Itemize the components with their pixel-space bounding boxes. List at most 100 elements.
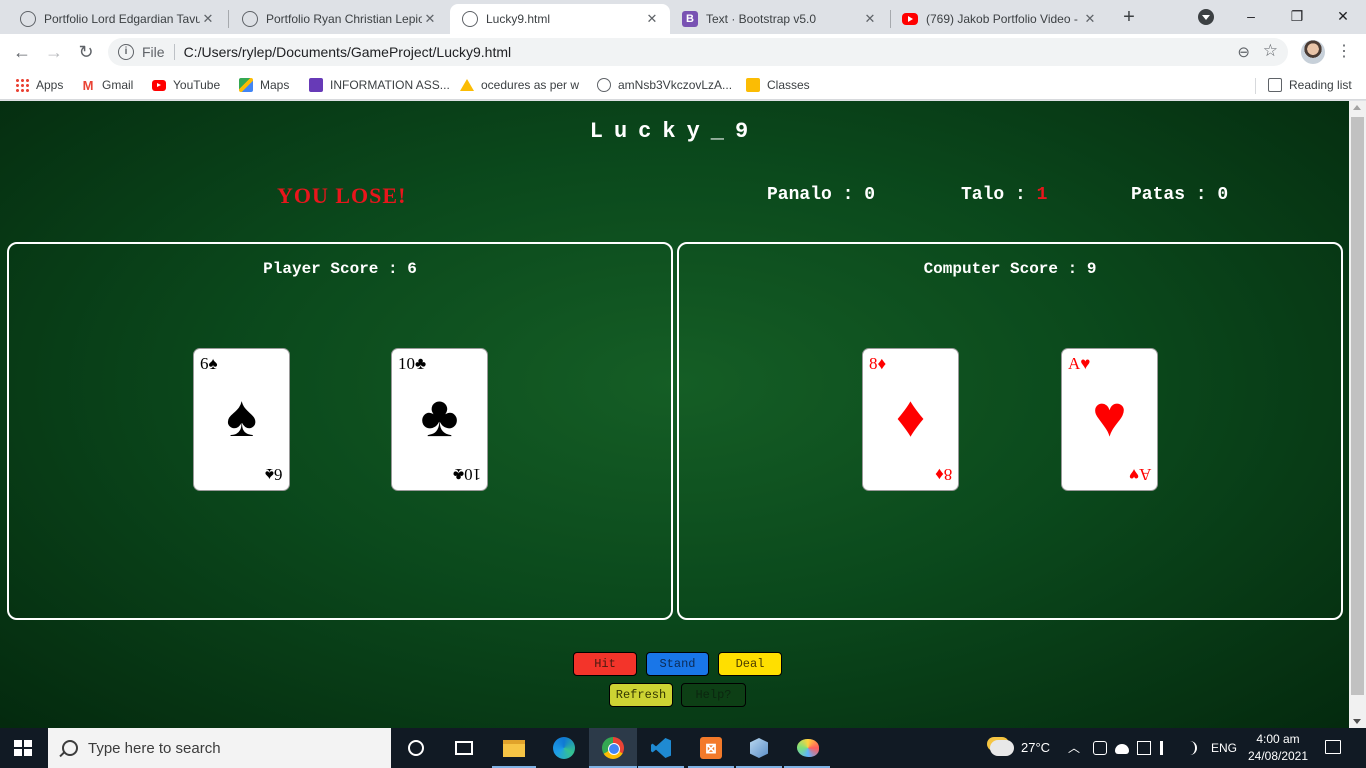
bookmark-label: YouTube	[173, 78, 221, 92]
network-icon[interactable]	[1160, 741, 1174, 755]
taskbar-chrome[interactable]	[599, 734, 627, 762]
computer-card-2: A♥ ♥ A♥	[1061, 348, 1158, 491]
clock-date: 24/08/2021	[1247, 749, 1309, 763]
tab-lucky9[interactable]: Lucky9.html ✕	[450, 4, 670, 34]
bookmark-label: INFORMATION ASS...	[330, 78, 450, 92]
tab-youtube-video[interactable]: (769) Jakob Portfolio Video - ✕	[890, 4, 1108, 34]
card-corner-top: A♥	[1068, 354, 1091, 373]
virtualbox-icon	[750, 738, 768, 758]
refresh-button[interactable]: Refresh	[609, 683, 673, 707]
onedrive-icon[interactable]	[1115, 744, 1129, 754]
task-view-icon	[455, 741, 473, 755]
close-icon[interactable]: ✕	[422, 11, 438, 27]
windows-taskbar: Type here to search ⊠ 27°C ︿ ENG 4:00 am…	[0, 728, 1366, 768]
globe-icon	[242, 11, 258, 27]
display-icon[interactable]	[1137, 741, 1151, 755]
close-icon[interactable]: ✕	[1082, 11, 1098, 27]
tab-portfolio-lord[interactable]: Portfolio Lord Edgardian Tavu ✕	[8, 4, 226, 34]
tab-portfolio-ryan[interactable]: Portfolio Ryan Christian Lepio ✕	[230, 4, 448, 34]
taskbar-file-explorer[interactable]	[500, 734, 528, 762]
bookmark-information[interactable]: INFORMATION ASS...	[309, 76, 450, 94]
taskbar-cortana[interactable]	[402, 734, 430, 762]
close-icon[interactable]: ✕	[200, 11, 216, 27]
new-tab-button[interactable]: +	[1118, 6, 1140, 28]
help-button[interactable]: Help?	[681, 683, 746, 707]
weather-temperature[interactable]: 27°C	[1021, 728, 1050, 768]
reading-list-icon	[1268, 78, 1282, 92]
bookmark-classes[interactable]: Classes	[746, 76, 810, 94]
page-scrollbar[interactable]	[1349, 101, 1366, 728]
tab-bootstrap[interactable]: B Text · Bootstrap v5.0 ✕	[670, 4, 888, 34]
player-score: Player Score : 6	[9, 260, 671, 278]
scroll-thumb[interactable]	[1351, 117, 1364, 695]
hit-button[interactable]: Hit	[573, 652, 637, 676]
tab-search-icon[interactable]	[1198, 9, 1214, 25]
score-value: 6	[407, 260, 417, 278]
bootstrap-icon: B	[682, 11, 698, 27]
deal-button[interactable]: Deal	[718, 652, 782, 676]
address-bar[interactable]: i File C:/Users/rylep/Documents/GameProj…	[108, 38, 1288, 66]
reload-button[interactable]: ↻	[74, 40, 98, 64]
maximize-button[interactable]: ❐	[1274, 0, 1320, 34]
info-icon[interactable]: i	[118, 44, 134, 60]
taskbar-paint[interactable]	[794, 734, 822, 762]
taskbar-virtualbox[interactable]	[745, 734, 773, 762]
bookmark-label: amNsb3VkczovLzA...	[618, 78, 733, 92]
scroll-up-arrow-icon[interactable]	[1353, 105, 1361, 110]
forward-button[interactable]: →	[42, 40, 66, 64]
bookmark-label: Gmail	[102, 78, 134, 92]
stat-talo: Talo : 1	[961, 185, 1047, 205]
game-page: Lucky_9 YOU LOSE! Panalo : 0 Talo : 1 Pa…	[0, 101, 1349, 728]
forms-icon	[309, 78, 323, 92]
scroll-down-arrow-icon[interactable]	[1353, 719, 1361, 724]
close-icon[interactable]: ✕	[644, 11, 660, 27]
computer-score: Computer Score : 9	[679, 260, 1341, 278]
classroom-icon	[746, 78, 760, 92]
notification-icon[interactable]	[1325, 740, 1341, 754]
close-window-button[interactable]: ✕	[1320, 0, 1366, 34]
reading-list-button[interactable]: Reading list	[1268, 76, 1352, 94]
stand-button[interactable]: Stand	[646, 652, 709, 676]
profile-avatar[interactable]	[1301, 40, 1325, 64]
weather-icon[interactable]	[990, 740, 1014, 756]
diamond-icon: ♦	[895, 384, 926, 449]
stat-patas: Patas : 0	[1131, 185, 1228, 205]
menu-icon[interactable]: ⋮	[1336, 40, 1352, 64]
clock-time: 4:00 am	[1256, 732, 1300, 746]
system-clock[interactable]: 4:00 am 24/08/2021	[1247, 731, 1309, 765]
tray-chevron-icon[interactable]: ︿	[1068, 728, 1080, 768]
player-card-2: 10♣ ♣ 10♣	[391, 348, 488, 491]
taskbar-vscode[interactable]	[647, 734, 675, 762]
zoom-icon[interactable]: ⊖	[1237, 43, 1250, 61]
meet-now-icon[interactable]	[1093, 741, 1107, 755]
file-explorer-icon	[503, 739, 525, 757]
bookmark-youtube[interactable]: YouTube	[152, 76, 220, 94]
taskbar-xampp[interactable]: ⊠	[697, 734, 725, 762]
card-corner-top: 8♦	[869, 354, 887, 373]
language-indicator[interactable]: ENG	[1211, 728, 1237, 768]
tab-title: Lucky9.html	[486, 12, 551, 26]
bookmark-amnsb[interactable]: amNsb3VkczovLzA...	[597, 76, 732, 94]
volume-icon[interactable]	[1183, 741, 1197, 755]
taskbar-task-view[interactable]	[450, 734, 478, 762]
stat-value: 0	[864, 185, 876, 205]
bookmark-procedures[interactable]: ocedures as per w	[460, 76, 579, 94]
bookmark-maps[interactable]: Maps	[239, 76, 289, 94]
bookmark-apps[interactable]: Apps	[15, 76, 63, 94]
taskbar-edge[interactable]	[550, 734, 578, 762]
search-icon	[62, 740, 78, 756]
bookmark-star-icon[interactable]: ☆	[1263, 41, 1278, 61]
windows-start-icon[interactable]	[14, 740, 32, 756]
gmail-icon: M	[82, 77, 94, 93]
back-button[interactable]: ←	[10, 40, 34, 64]
xampp-icon: ⊠	[700, 737, 722, 759]
bookmark-gmail[interactable]: M Gmail	[81, 76, 134, 94]
card-corner-top: 6♠	[200, 354, 218, 373]
card-corner-bottom: 6♠	[265, 465, 283, 484]
divider	[1255, 78, 1256, 94]
url-text[interactable]: C:/Users/rylep/Documents/GameProject/Luc…	[184, 44, 512, 60]
minimize-button[interactable]: –	[1228, 0, 1274, 34]
taskbar-search[interactable]: Type here to search	[48, 728, 391, 768]
card-corner-bottom: A♥	[1128, 465, 1151, 484]
close-icon[interactable]: ✕	[862, 11, 878, 27]
